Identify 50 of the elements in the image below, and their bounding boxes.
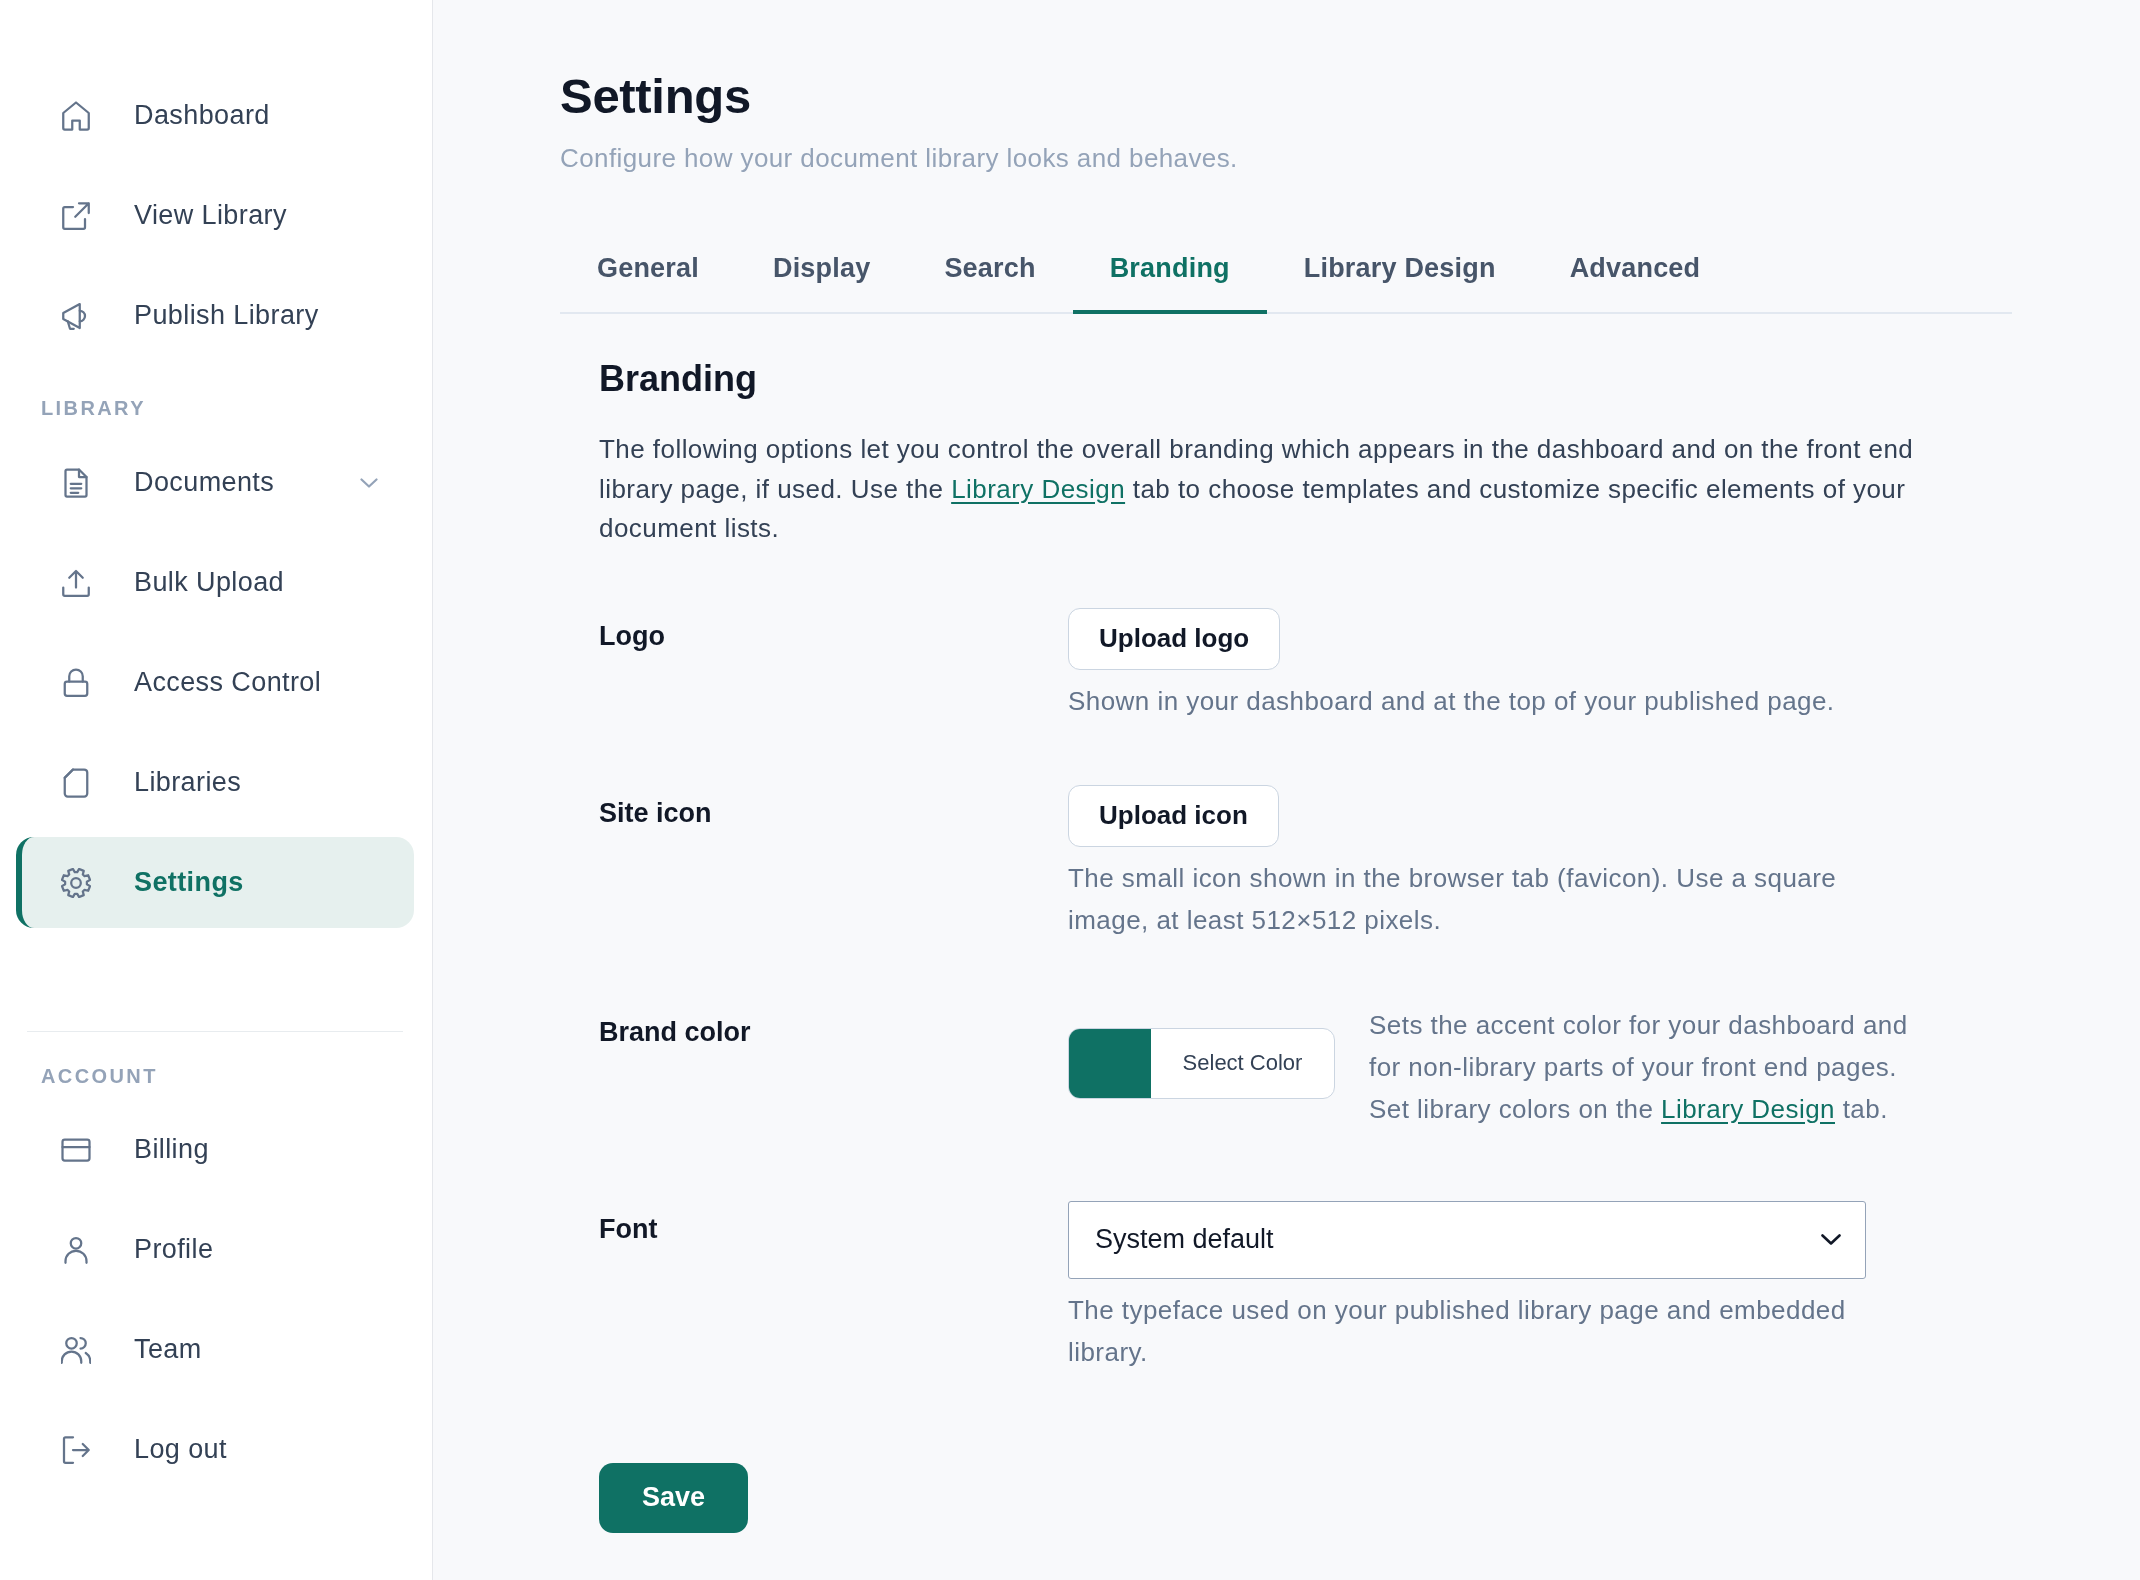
tab[interactable]: General: [560, 230, 736, 314]
page-subtitle: Configure how your document library looks and behaves.: [560, 142, 1239, 175]
nav-item[interactable]: Billing: [16, 1104, 414, 1195]
field-label: Font: [599, 1212, 658, 1246]
font-select[interactable]: System default: [1068, 1200, 1866, 1279]
field-label: Logo: [599, 619, 665, 653]
save-button[interactable]: Save: [599, 1462, 748, 1533]
nav-item[interactable]: Access Control: [16, 637, 414, 728]
file-icon: [61, 767, 91, 798]
section-label: LIBRARY: [40, 396, 147, 420]
help-text: The typeface used on your published library page and embedded library.: [1068, 1293, 1847, 1369]
help-text: Shown in your dashboard and at the top of your published page.: [1068, 684, 1835, 718]
upload-icon: [61, 567, 91, 598]
tab[interactable]: Advanced: [1532, 230, 1738, 314]
settings-icon: [61, 867, 91, 898]
lock-icon: [61, 667, 91, 698]
nav-item[interactable]: Documents: [16, 437, 414, 528]
field-label: Site icon: [599, 796, 712, 830]
home-icon: [61, 100, 91, 131]
section-heading: Branding: [599, 357, 758, 401]
help-text: The small icon shown in the browser tab (favicon). Use a square image, at least 512×512 pixels.: [1068, 861, 1838, 937]
nav-item[interactable]: Publish Library: [16, 270, 414, 361]
color-picker-button[interactable]: Select Color: [1068, 1027, 1335, 1099]
section-label: ACCOUNT: [40, 1064, 159, 1088]
nav-item[interactable]: Profile: [16, 1204, 414, 1295]
tab[interactable]: Branding: [1072, 230, 1267, 314]
users-icon: [61, 1334, 91, 1365]
logout-icon: [61, 1434, 91, 1465]
external-link-icon: [61, 200, 91, 231]
field-label: Brand color: [599, 1015, 751, 1049]
nav-item[interactable]: Bulk Upload: [16, 537, 414, 628]
text-link[interactable]: Library Design: [951, 473, 1126, 504]
tab[interactable]: Search: [907, 230, 1073, 314]
nav-item[interactable]: Team: [16, 1304, 414, 1395]
nav-item[interactable]: Dashboard: [16, 70, 414, 161]
help-text: Sets the accent color for your dashboard and for non-library parts of your front end pages. Set library colors on the Library Design tab.: [1369, 1008, 1909, 1126]
nav-item[interactable]: Settings: [16, 837, 414, 928]
nav-item[interactable]: Log out: [16, 1404, 414, 1495]
chevron-down-icon: [1821, 1234, 1841, 1245]
page-title: Settings: [560, 68, 752, 125]
tab[interactable]: Display: [735, 230, 908, 314]
upload-button[interactable]: Upload logo: [1068, 607, 1281, 670]
user-icon: [61, 1234, 91, 1265]
intro-text: The following options let you control the overall branding which appears in the dashboard and on the front end library page, if used. Use the Library Design tab to choose templates and customize specific elements of your document lists.: [599, 433, 1915, 545]
text-link[interactable]: Library Design: [1661, 1093, 1835, 1124]
nav-item[interactable]: Libraries: [16, 737, 414, 828]
document-icon: [61, 467, 91, 498]
tab[interactable]: Library Design: [1266, 230, 1533, 314]
upload-button[interactable]: Upload icon: [1068, 784, 1279, 847]
nav-item[interactable]: View Library: [16, 170, 414, 261]
